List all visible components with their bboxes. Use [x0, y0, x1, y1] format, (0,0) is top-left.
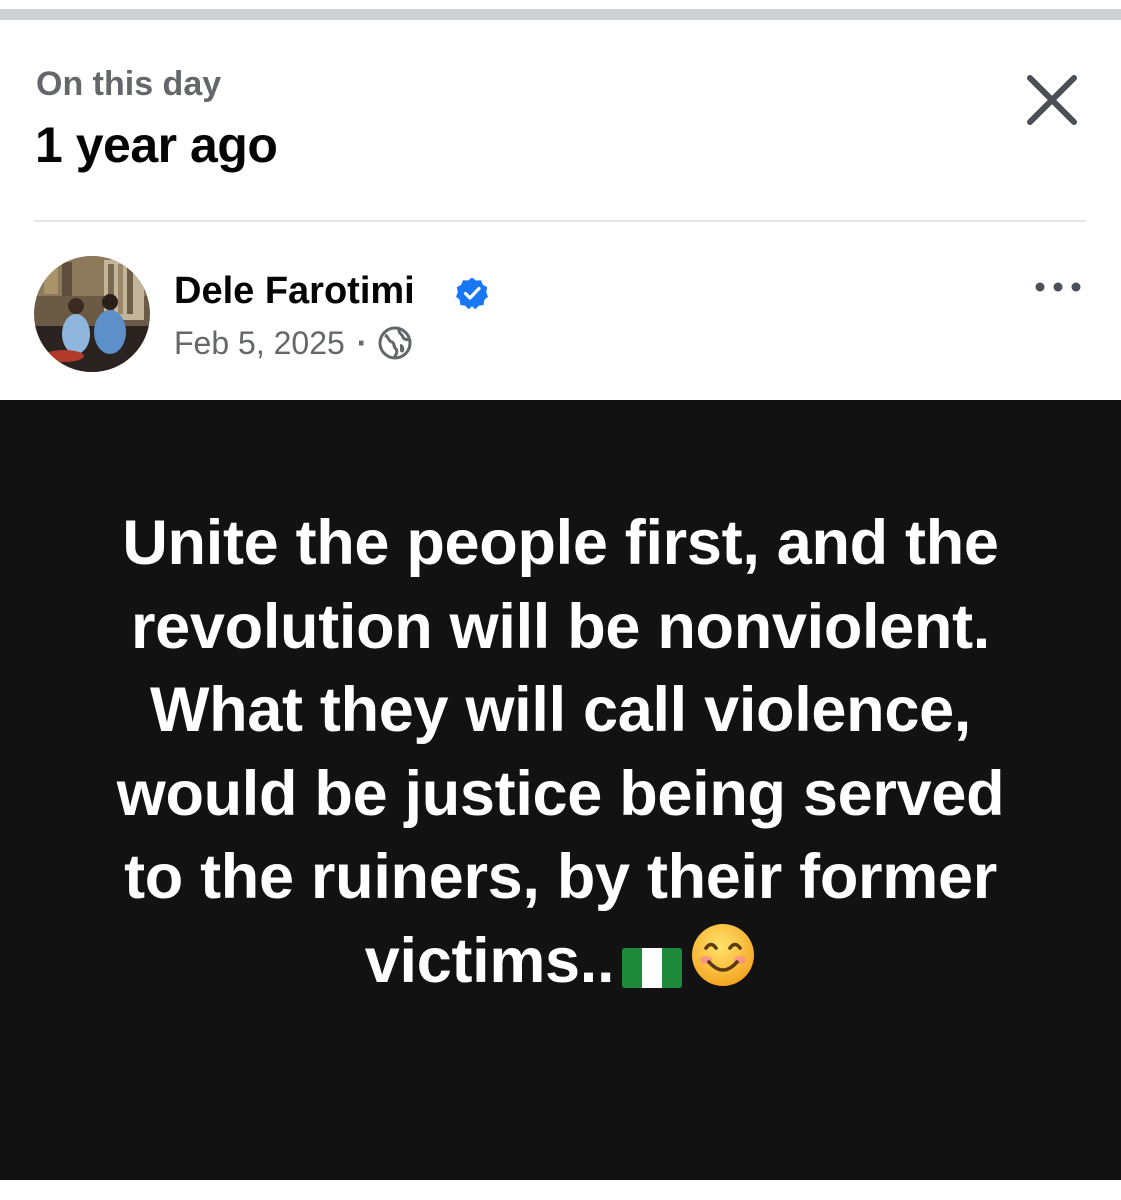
post-date[interactable]: Feb 5, 2025 — [174, 325, 345, 362]
post-meta: Feb 5, 2025 · — [174, 322, 413, 364]
author-avatar[interactable] — [34, 256, 150, 372]
post-text: Unite the people first, and the revoluti… — [80, 502, 1041, 1009]
memory-title: 1 year ago — [35, 117, 278, 173]
memory-subtitle: On this day — [36, 65, 222, 103]
close-icon — [1027, 75, 1077, 125]
smiling-face-icon — [690, 922, 756, 1010]
bottom-edge — [0, 1180, 1121, 1200]
top-edge — [0, 0, 1121, 9]
globe-icon[interactable] — [377, 325, 413, 361]
verified-badge-icon — [456, 277, 488, 310]
more-icon — [1035, 282, 1081, 292]
header-divider — [34, 220, 1086, 222]
post-text-content: Unite the people first, and the revoluti… — [116, 508, 1005, 996]
more-options-button[interactable] — [1030, 270, 1086, 304]
avatar-photo — [34, 256, 150, 372]
nigeria-flag-icon — [622, 926, 683, 1010]
meta-separator: · — [356, 324, 368, 361]
close-button[interactable] — [1022, 70, 1082, 130]
author-name[interactable]: Dele Farotimi — [174, 268, 415, 314]
top-grabber-bar — [0, 9, 1121, 20]
